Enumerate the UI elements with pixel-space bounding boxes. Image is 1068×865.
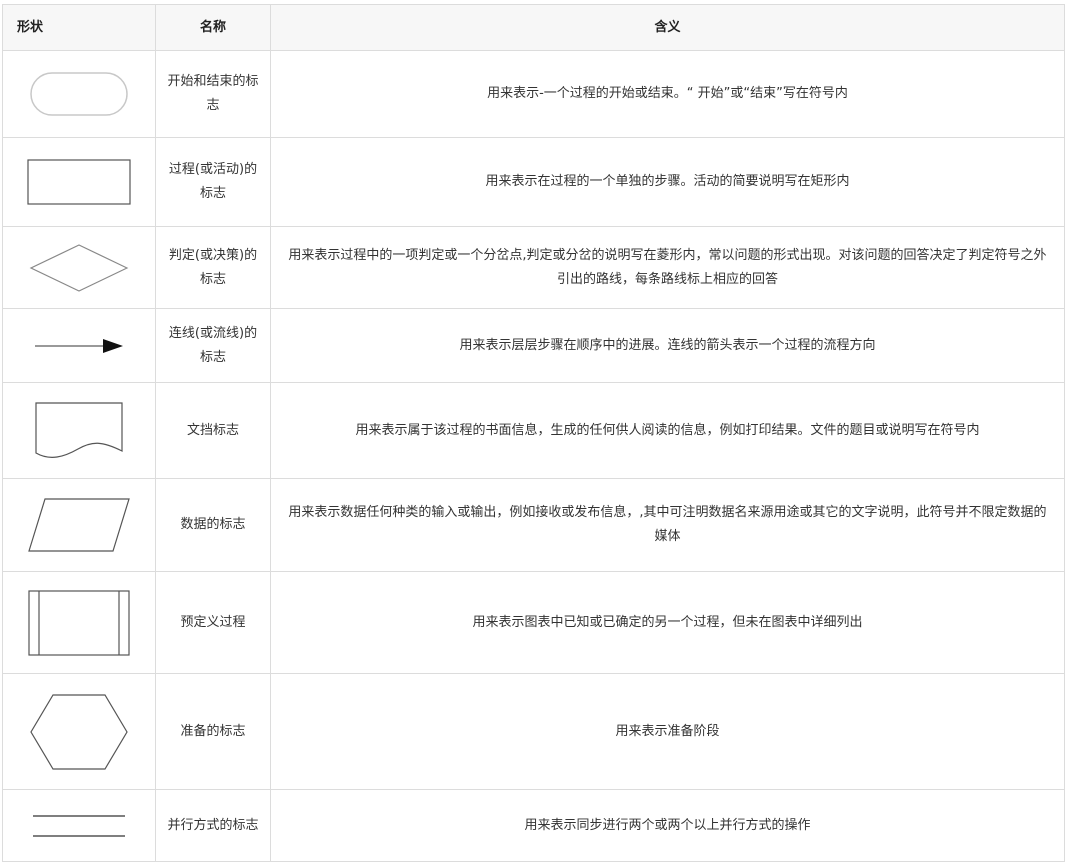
- symbol-name: 开始和结束的标志: [155, 50, 271, 138]
- symbol-meaning: 用来表示准备阶段: [270, 673, 1065, 790]
- symbol-name: 准备的标志: [155, 673, 271, 790]
- header-shape: 形状: [2, 4, 156, 51]
- table-row: 并行方式的标志 用来表示同步进行两个或两个以上并行方式的操作: [2, 789, 1065, 862]
- decision-diamond-icon: [29, 243, 129, 292]
- shape-cell: [2, 789, 156, 862]
- symbol-meaning: 用来表示层层步骤在顺序中的进展。连线的箭头表示一个过程的流程方向: [270, 308, 1065, 383]
- shape-cell: [2, 308, 156, 383]
- header-name: 名称: [155, 4, 271, 51]
- arrow-icon: [35, 338, 123, 353]
- symbol-name: 数据的标志: [155, 478, 271, 572]
- header-meaning: 含义: [270, 4, 1065, 51]
- shape-cell: [2, 571, 156, 674]
- terminator-icon: [30, 72, 128, 116]
- symbol-meaning: 用来表示图表中已知或已确定的另一个过程，但未在图表中详细列出: [270, 571, 1065, 674]
- symbol-meaning: 用来表示-一个过程的开始或结束。“ 开始”或“结束”写在符号内: [270, 50, 1065, 138]
- table-row: 过程(或活动)的标志 用来表示在过程的一个单独的步骤。活动的简要说明写在矩形内: [2, 137, 1065, 227]
- symbol-name: 文挡标志: [155, 382, 271, 479]
- predefined-process-icon: [28, 589, 130, 656]
- shape-cell: [2, 478, 156, 572]
- process-rectangle-icon: [27, 159, 131, 205]
- table-row: 判定(或决策)的标志 用来表示过程中的一项判定或一个分岔点,判定或分岔的说明写在…: [2, 226, 1065, 309]
- symbol-name: 预定义过程: [155, 571, 271, 674]
- shape-cell: [2, 382, 156, 479]
- symbol-meaning: 用来表示在过程的一个单独的步骤。活动的简要说明写在矩形内: [270, 137, 1065, 227]
- symbol-meaning: 用来表示过程中的一项判定或一个分岔点,判定或分岔的说明写在菱形内，常以问题的形式…: [270, 226, 1065, 309]
- shape-cell: [2, 226, 156, 309]
- symbol-name: 连线(或流线)的标志: [155, 308, 271, 383]
- data-parallelogram-icon: [28, 498, 130, 552]
- symbol-name: 判定(或决策)的标志: [155, 226, 271, 309]
- table-row: 预定义过程 用来表示图表中已知或已确定的另一个过程，但未在图表中详细列出: [2, 571, 1065, 674]
- preparation-hexagon-icon: [30, 693, 128, 770]
- shape-cell: [2, 50, 156, 138]
- symbol-meaning: 用来表示数据任何种类的输入或输出，例如接收或发布信息，,其中可注明数据名来源用途…: [270, 478, 1065, 572]
- symbol-meaning: 用来表示属于该过程的书面信息，生成的任何供人阅读的信息，例如打印结果。文件的题目…: [270, 382, 1065, 479]
- shape-cell: [2, 137, 156, 227]
- shape-cell: [2, 673, 156, 790]
- table-row: 文挡标志 用来表示属于该过程的书面信息，生成的任何供人阅读的信息，例如打印结果。…: [2, 382, 1065, 479]
- table-row: 准备的标志 用来表示准备阶段: [2, 673, 1065, 790]
- table-row: 连线(或流线)的标志 用来表示层层步骤在顺序中的进展。连线的箭头表示一个过程的流…: [2, 308, 1065, 383]
- flowchart-symbol-table: 形状 名称 含义 开始和结束的标志 用来表示-一个过程的开始或结束。“ 开始”或…: [2, 4, 1065, 862]
- document-icon: [35, 401, 123, 458]
- table-row: 数据的标志 用来表示数据任何种类的输入或输出，例如接收或发布信息，,其中可注明数…: [2, 478, 1065, 572]
- symbol-meaning: 用来表示同步进行两个或两个以上并行方式的操作: [270, 789, 1065, 862]
- parallel-lines-icon: [33, 814, 125, 837]
- table-row: 开始和结束的标志 用来表示-一个过程的开始或结束。“ 开始”或“结束”写在符号内: [2, 50, 1065, 138]
- symbol-name: 并行方式的标志: [155, 789, 271, 862]
- table-header-row: 形状 名称 含义: [2, 4, 1065, 51]
- symbol-name: 过程(或活动)的标志: [155, 137, 271, 227]
